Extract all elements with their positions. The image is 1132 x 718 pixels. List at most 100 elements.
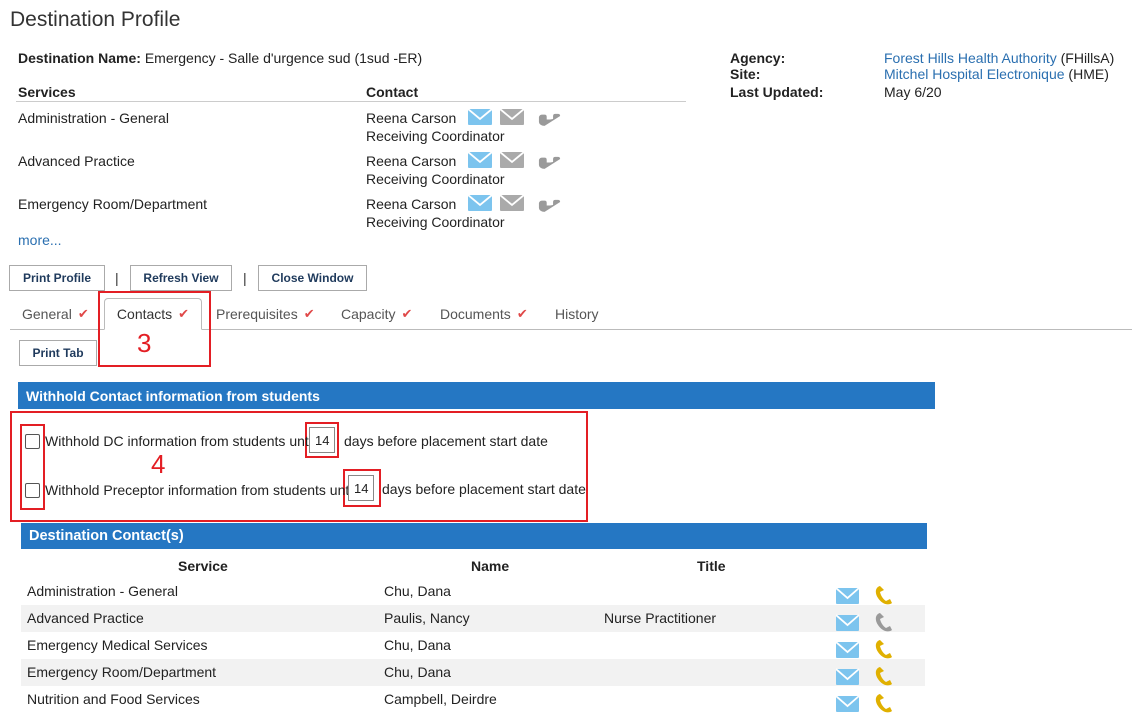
toolbar-separator: | (115, 270, 119, 286)
cell-service: Emergency Medical Services (27, 637, 208, 653)
withhold-dc-text: Withhold DC information from students un… (45, 433, 315, 449)
cell-title: Nurse Practitioner (604, 610, 717, 626)
agency-value: Forest Hills Health Authority (FHillsA) (884, 50, 1114, 66)
print-profile-button[interactable]: Print Profile (9, 265, 105, 291)
table-row: Advanced Practice Paulis, Nancy Nurse Pr… (21, 605, 925, 632)
withhold-dc-after: days before placement start date (344, 433, 548, 449)
tab-prerequisites[interactable]: Prerequisites ✔ (216, 306, 315, 322)
refresh-view-button[interactable]: Refresh View (130, 265, 232, 291)
summary-role-1: Receiving Coordinator (366, 128, 505, 144)
tab-documents[interactable]: Documents ✔ (440, 306, 528, 322)
phone-icon[interactable] (875, 694, 892, 713)
page-title: Destination Profile (10, 8, 181, 31)
services-header: Services (18, 84, 76, 100)
contact-header: Contact (366, 84, 419, 100)
agency-abbr: (FHillsA) (1060, 50, 1115, 66)
annotation-label-4: 4 (151, 449, 166, 479)
annotation-box-3 (98, 291, 211, 367)
cell-name: Chu, Dana (384, 637, 451, 653)
last-updated-label: Last Updated (730, 84, 819, 100)
column-service: Service (178, 558, 228, 574)
tab-label: General (22, 306, 72, 322)
phone-icon[interactable] (875, 586, 892, 605)
table-row: Nutrition and Food Services Campbell, De… (21, 686, 925, 713)
column-title: Title (697, 558, 726, 574)
summary-icons-2 (468, 149, 561, 171)
summary-service-1: Administration - General (18, 110, 169, 126)
email-icon[interactable] (836, 668, 860, 685)
check-icon: ✔ (516, 306, 528, 321)
more-link[interactable]: more... (18, 232, 62, 248)
withhold-preceptor-checkbox[interactable] (25, 483, 40, 498)
tab-label: Capacity (341, 306, 396, 322)
site-label: Site (730, 66, 756, 82)
phone-gray-icon[interactable] (875, 613, 892, 632)
summary-icons-3 (468, 192, 561, 214)
withhold-header-text: Withhold Contact information from studen… (26, 387, 320, 404)
agency-colon: : (780, 50, 786, 66)
tab-capacity[interactable]: Capacity ✔ (341, 306, 412, 322)
annotation-label-3: 3 (137, 328, 152, 358)
email-icon[interactable] (836, 695, 860, 712)
email-icon[interactable] (468, 151, 493, 168)
summary-contact-2: Reena Carson (366, 153, 457, 169)
cell-name: Chu, Dana (384, 664, 451, 680)
withhold-preceptor-text: Withhold Preceptor information from stud… (45, 482, 356, 498)
summary-role-2: Receiving Coordinator (366, 171, 505, 187)
email-icon[interactable] (468, 108, 493, 125)
summary-service-2: Advanced Practice (18, 153, 135, 169)
last-updated-value: May 6/20 (884, 84, 942, 100)
check-icon: ✔ (401, 306, 413, 321)
table-row: Emergency Medical Services Chu, Dana (21, 632, 925, 659)
column-name: Name (471, 558, 510, 574)
summary-contact-3: Reena Carson (366, 196, 457, 212)
phone-gray-icon[interactable] (536, 106, 561, 128)
site-colon: : (755, 66, 761, 82)
email-icon[interactable] (836, 587, 860, 604)
tab-general[interactable]: General ✔ (22, 306, 89, 322)
check-icon: ✔ (77, 306, 89, 321)
preceptor-days-input[interactable] (348, 475, 374, 501)
agency-label: Agency (730, 50, 781, 66)
row-icons (836, 694, 892, 713)
summary-icons-1 (468, 106, 561, 128)
phone-gray-icon[interactable] (536, 192, 561, 214)
dc-days-input[interactable] (309, 427, 335, 453)
annotation-box-4 (10, 411, 588, 522)
site-label-row: Site: (730, 66, 760, 82)
site-abbr: (HME) (1068, 66, 1109, 82)
cell-service: Emergency Room/Department (27, 664, 217, 680)
tab-history[interactable]: History (555, 306, 599, 322)
contacts-header: Destination Contact(s) (21, 523, 927, 549)
phone-icon[interactable] (875, 640, 892, 659)
cell-name: Paulis, Nancy (384, 610, 470, 626)
table-row: Administration - General Chu, Dana (21, 578, 925, 605)
email-icon[interactable] (468, 194, 493, 211)
contacts-header-text: Destination Contact(s) (29, 528, 184, 544)
close-window-button[interactable]: Close Window (258, 265, 367, 291)
mail-gray-icon[interactable] (499, 194, 525, 211)
tab-label: History (555, 306, 599, 322)
email-icon[interactable] (836, 614, 860, 631)
mail-gray-icon[interactable] (499, 108, 525, 125)
site-link[interactable]: Mitchel Hospital Electronique (884, 66, 1065, 82)
agency-label-row: Agency: (730, 50, 785, 66)
phone-icon[interactable] (875, 667, 892, 686)
summary-role-3: Receiving Coordinator (366, 214, 505, 230)
toolbar-separator: | (243, 270, 247, 286)
withhold-header: Withhold Contact information from studen… (18, 382, 935, 409)
mail-gray-icon[interactable] (499, 151, 525, 168)
cell-service: Administration - General (27, 583, 178, 599)
email-icon[interactable] (836, 641, 860, 658)
destination-name-label: Destination Name (18, 50, 137, 66)
services-divider (16, 101, 686, 102)
phone-gray-icon[interactable] (536, 149, 561, 171)
destination-name-row: Destination Name: Emergency - Salle d'ur… (18, 50, 423, 66)
cell-service: Advanced Practice (27, 610, 144, 626)
tab-label: Prerequisites (216, 306, 298, 322)
print-tab-button[interactable]: Print Tab (19, 340, 97, 366)
summary-service-3: Emergency Room/Department (18, 196, 208, 212)
table-row: Emergency Room/Department Chu, Dana (21, 659, 925, 686)
agency-link[interactable]: Forest Hills Health Authority (884, 50, 1057, 66)
withhold-dc-checkbox[interactable] (25, 434, 40, 449)
